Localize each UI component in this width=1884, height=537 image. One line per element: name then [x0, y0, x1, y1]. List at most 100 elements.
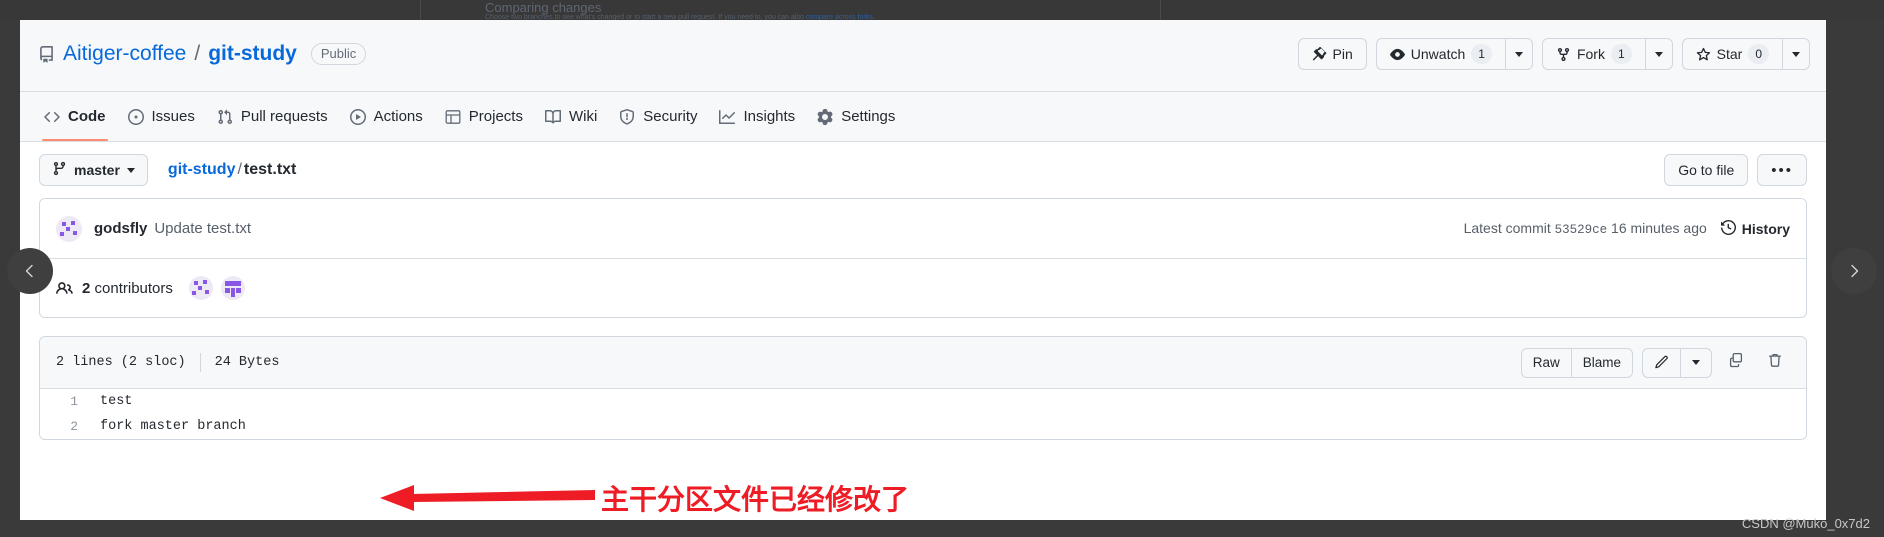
tab-insights-label: Insights — [743, 108, 796, 125]
carousel-prev-button[interactable] — [7, 248, 53, 294]
pencil-icon — [1654, 355, 1669, 370]
issue-opened-icon — [127, 108, 144, 125]
file-header-bar: 2 lines (2 sloc) 24 Bytes Raw Blame — [40, 337, 1806, 389]
star-label: Star — [1716, 46, 1743, 62]
trash-icon — [1767, 352, 1783, 373]
edit-dropdown-button[interactable] — [1680, 347, 1712, 378]
chevron-right-icon — [1851, 264, 1859, 278]
chevron-down-icon — [1654, 51, 1663, 57]
eye-icon — [1389, 47, 1405, 62]
watch-dropdown-button[interactable] — [1504, 38, 1533, 70]
contributors-row: 2 contributors — [40, 259, 1806, 317]
repo-owner-link[interactable]: Aitiger-coffee — [63, 42, 186, 66]
avatar[interactable] — [220, 276, 245, 300]
watermark: CSDN @Muko_0x7d2 — [1741, 516, 1870, 531]
file-line-count: 2 lines (2 sloc) — [56, 355, 186, 370]
git-pull-request-icon — [217, 109, 233, 125]
file-toolbar-row: master git-study / test.txt Go to file ••• — [34, 142, 1812, 198]
star-dropdown-button[interactable] — [1782, 38, 1810, 70]
background-title: Comparing changes — [485, 0, 602, 15]
fork-button-group: Fork 1 — [1541, 38, 1673, 70]
edit-file-button[interactable] — [1642, 347, 1680, 378]
line-number: 1 — [70, 394, 78, 409]
commit-summary-box: godsfly Update test.txt Latest commit 53… — [39, 198, 1807, 318]
star-icon — [1696, 47, 1711, 62]
tab-settings-label: Settings — [841, 108, 896, 125]
tab-wiki[interactable]: Wiki — [535, 93, 607, 141]
tab-issues[interactable]: Issues — [118, 93, 205, 141]
file-action-buttons: Raw Blame — [1520, 347, 1790, 378]
line-number: 2 — [70, 419, 78, 434]
tab-actions[interactable]: Actions — [340, 93, 433, 141]
watch-button-group: Unwatch 1 — [1375, 38, 1533, 70]
divider — [199, 353, 201, 372]
copy-button[interactable] — [1721, 348, 1751, 378]
fork-icon — [1556, 47, 1571, 62]
delete-button[interactable] — [1760, 348, 1790, 378]
tab-pull-requests[interactable]: Pull requests — [207, 93, 338, 141]
tab-security-label: Security — [643, 108, 698, 125]
code-line: 2 fork master branch — [40, 414, 1806, 439]
fork-dropdown-button[interactable] — [1644, 38, 1673, 70]
edit-button-group — [1642, 347, 1712, 378]
file-content-area: master git-study / test.txt Go to file ••• — [20, 142, 1826, 440]
commit-time: 16 minutes ago — [1611, 220, 1707, 236]
tab-code[interactable]: Code — [34, 93, 116, 141]
go-to-file-button[interactable]: Go to file — [1664, 154, 1749, 186]
people-icon — [56, 280, 73, 297]
commit-sha[interactable]: 53529ce — [1555, 223, 1608, 237]
contributors-label[interactable]: 2 contributors — [82, 280, 173, 297]
watch-count: 1 — [1471, 44, 1492, 64]
code-line: 1 test — [40, 389, 1806, 414]
raw-button[interactable]: Raw — [1520, 347, 1571, 378]
chevron-left-icon — [25, 264, 33, 278]
avatar[interactable] — [188, 276, 213, 300]
latest-commit-meta: Latest commit 53529ce 16 minutes ago — [1464, 220, 1707, 237]
breadcrumb-separator: / — [237, 161, 242, 178]
graph-icon — [719, 109, 736, 125]
raw-blame-group: Raw Blame — [1520, 347, 1633, 378]
more-options-button[interactable]: ••• — [1757, 154, 1807, 186]
carousel-next-button[interactable] — [1831, 248, 1877, 294]
unwatch-button[interactable]: Unwatch 1 — [1375, 38, 1505, 70]
history-link[interactable]: History — [1720, 219, 1790, 238]
star-button-group: Star 0 — [1681, 38, 1810, 70]
fork-button[interactable]: Fork 1 — [1541, 38, 1645, 70]
tab-issues-label: Issues — [151, 108, 195, 125]
tab-projects[interactable]: Projects — [435, 93, 533, 141]
tab-actions-label: Actions — [373, 108, 423, 125]
table-icon — [445, 109, 461, 125]
git-branch-icon — [52, 161, 67, 179]
branch-selector-button[interactable]: master — [39, 154, 148, 186]
line-content[interactable]: fork master branch — [92, 419, 246, 434]
branch-name-label: master — [74, 162, 120, 178]
breadcrumb-file-name: test.txt — [243, 161, 297, 178]
history-icon — [1720, 219, 1736, 238]
code-icon — [44, 109, 60, 125]
breadcrumb-repo-link[interactable]: git-study — [168, 161, 236, 178]
chevron-down-icon — [1792, 51, 1800, 57]
background-page-strip: Comparing changes Choose two branches to… — [0, 0, 1884, 20]
go-to-file-label: Go to file — [1678, 162, 1735, 178]
gear-icon — [817, 108, 833, 125]
pin-button[interactable]: Pin — [1297, 38, 1367, 70]
repo-name-link[interactable]: git-study — [208, 42, 297, 66]
tab-code-label: Code — [68, 108, 106, 125]
unwatch-label: Unwatch — [1410, 46, 1466, 62]
book-icon — [544, 109, 561, 125]
pin-icon — [1312, 46, 1327, 62]
chevron-down-icon — [1514, 51, 1523, 57]
commit-message-link[interactable]: Update test.txt — [154, 220, 251, 237]
tab-wiki-label: Wiki — [568, 108, 598, 125]
line-content[interactable]: test — [92, 394, 132, 409]
file-stats: 2 lines (2 sloc) 24 Bytes — [56, 353, 279, 372]
tab-security[interactable]: Security — [609, 93, 707, 141]
tab-insights[interactable]: Insights — [709, 93, 805, 141]
fork-count: 1 — [1610, 44, 1632, 64]
commit-author-link[interactable]: godsfly — [94, 220, 147, 237]
tab-settings[interactable]: Settings — [807, 93, 905, 141]
blame-button[interactable]: Blame — [1570, 347, 1633, 378]
star-button[interactable]: Star 0 — [1681, 38, 1782, 70]
repo-icon — [38, 45, 55, 63]
github-repo-page: Aitiger-coffee / git-study Public Pin Un… — [20, 20, 1826, 520]
